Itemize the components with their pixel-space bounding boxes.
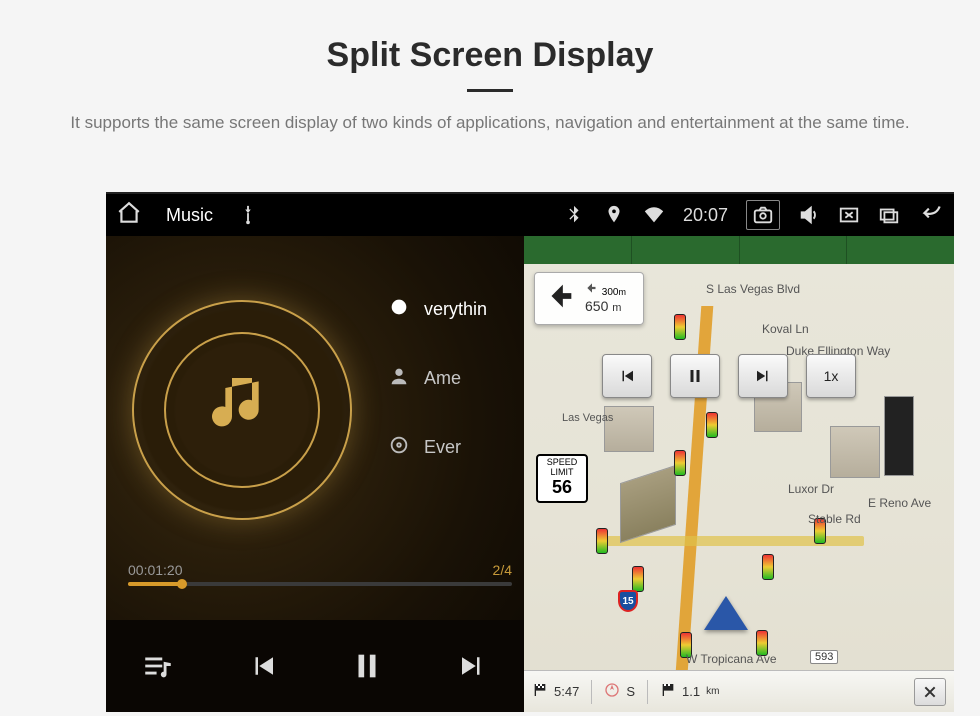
checkered-flag-icon — [660, 682, 676, 701]
seek-bar[interactable] — [128, 582, 512, 586]
album-art — [164, 332, 320, 488]
back-icon[interactable] — [918, 200, 944, 231]
traffic-light-icon — [762, 554, 774, 580]
track-title: Ame — [424, 368, 461, 389]
track-list: verythin Ame Ever — [388, 296, 487, 461]
map-playback-controls: 1x — [602, 354, 856, 398]
recent-apps-icon[interactable] — [878, 204, 900, 226]
track-row[interactable]: Ame — [388, 365, 487, 392]
clock-time: 20:07 — [683, 205, 728, 226]
compass-stat: S — [604, 682, 635, 701]
home-icon[interactable] — [116, 200, 142, 231]
music-controls — [106, 620, 524, 712]
traffic-light-icon — [632, 566, 644, 592]
map-building — [620, 465, 676, 543]
track-row[interactable]: Ever — [388, 434, 487, 461]
bluetooth-icon — [563, 204, 585, 226]
page-title: Split Screen Display — [40, 36, 940, 75]
close-nav-button[interactable] — [914, 678, 946, 706]
turn-distance: 650 m — [585, 298, 621, 314]
track-row[interactable]: verythin — [388, 296, 487, 323]
now-playing-icon — [388, 296, 410, 323]
music-note-icon — [202, 368, 282, 453]
pause-button[interactable] — [346, 645, 388, 687]
track-counter: 2/4 — [493, 562, 512, 578]
nav-top-tabs[interactable] — [524, 236, 954, 264]
map-pause-button[interactable] — [670, 354, 720, 398]
next-track-button[interactable] — [451, 645, 493, 687]
road-label: Las Vegas — [560, 412, 615, 424]
turn-instruction: 300m 650 m — [534, 272, 644, 325]
turn-arrow-small: 300m — [585, 281, 626, 298]
road-label: Luxor Dr — [786, 482, 836, 496]
map-next-button[interactable] — [738, 354, 788, 398]
road-label: Stable Rd — [806, 512, 863, 526]
checkered-flag-icon — [532, 682, 548, 701]
artist-icon — [388, 365, 410, 392]
current-position-arrow — [704, 596, 748, 630]
navigation-pane[interactable]: S Las Vegas Blvd Koval Ln Duke Ellington… — [524, 236, 954, 712]
road-tag: 593 — [810, 650, 838, 664]
traffic-light-icon — [674, 314, 686, 340]
distance-stat: 1.1 km — [660, 682, 719, 701]
progress: 00:01:20 2/4 — [128, 562, 512, 586]
volume-icon[interactable] — [798, 204, 820, 226]
screenshot-icon[interactable] — [746, 200, 780, 230]
interstate-shield: 15 — [618, 590, 638, 612]
wifi-icon — [643, 204, 665, 226]
track-title: verythin — [424, 299, 487, 320]
location-icon — [603, 204, 625, 226]
traffic-light-icon — [596, 528, 608, 554]
app-title: Music — [166, 205, 213, 226]
playlist-button[interactable] — [137, 645, 179, 687]
road-label: E Reno Ave — [866, 496, 933, 510]
marketing-header: Split Screen Display It supports the sam… — [0, 0, 980, 156]
car-head-unit: Music 20:07 — [106, 192, 954, 712]
traffic-light-icon — [674, 450, 686, 476]
status-bar: Music 20:07 — [106, 194, 954, 236]
map-building — [884, 396, 914, 476]
speed-limit-sign: SPEED LIMIT 56 — [536, 454, 588, 503]
nav-bottom-bar: 5:47 S 1.1 km — [524, 670, 954, 712]
road-label: W Tropicana Ave — [684, 652, 779, 666]
traffic-light-icon — [706, 412, 718, 438]
title-underline — [467, 89, 513, 92]
track-title: Ever — [424, 437, 461, 458]
elapsed-time: 00:01:20 — [128, 562, 183, 578]
page-subtitle: It supports the same screen display of t… — [70, 110, 910, 136]
usb-icon[interactable] — [237, 204, 259, 226]
prev-track-button[interactable] — [242, 645, 284, 687]
road-label: Koval Ln — [760, 322, 811, 336]
compass-icon — [604, 682, 620, 701]
close-icon[interactable] — [838, 204, 860, 226]
map-prev-button[interactable] — [602, 354, 652, 398]
map-building — [830, 426, 880, 478]
road-label: S Las Vegas Blvd — [704, 282, 802, 296]
eta-stat: 5:47 — [532, 682, 579, 701]
map-speed-button[interactable]: 1x — [806, 354, 856, 398]
music-pane: verythin Ame Ever 00:01:20 — [106, 236, 524, 712]
turn-left-icon — [543, 279, 577, 318]
album-icon — [388, 434, 410, 461]
